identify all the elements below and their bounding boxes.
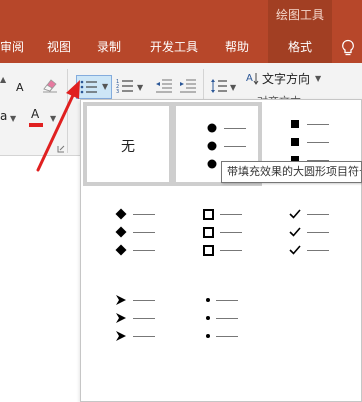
- chevron-down-icon[interactable]: ▼: [137, 83, 143, 92]
- filled-diamond-icon: [115, 244, 127, 256]
- title-bar: 绘图工具: [0, 0, 362, 31]
- line-spacing-icon[interactable]: [210, 78, 228, 94]
- bullet-option-arrow[interactable]: [83, 286, 173, 370]
- small-dot-icon: [202, 312, 214, 324]
- bullet-option-none[interactable]: 无: [83, 102, 173, 186]
- tab-review[interactable]: 审阅: [0, 31, 24, 63]
- bullet-option-hollow-square[interactable]: [172, 196, 262, 280]
- tab-record[interactable]: 录制: [97, 31, 121, 63]
- bullet-style-tooltip: 带填充效果的大圆形项目符号: [221, 161, 362, 183]
- filled-diamond-icon: [115, 208, 127, 220]
- filled-circle-icon: [206, 140, 218, 152]
- filled-square-icon: [289, 118, 301, 130]
- hollow-square-icon: [202, 226, 214, 238]
- hollow-square-icon: [202, 208, 214, 220]
- filled-circle-icon: [206, 158, 218, 170]
- checkmark-icon: [289, 208, 301, 220]
- bullet-option-checkmark[interactable]: [265, 196, 355, 280]
- arrowhead-icon: [115, 330, 127, 342]
- small-dot-icon: [202, 330, 214, 342]
- decrease-indent-icon[interactable]: [155, 78, 173, 94]
- lightbulb-icon[interactable]: [339, 39, 357, 57]
- increase-indent-icon[interactable]: [179, 78, 197, 94]
- tab-view[interactable]: 视图: [47, 31, 71, 63]
- tab-help[interactable]: 帮助: [225, 31, 249, 63]
- bullet-gallery: 无: [80, 99, 362, 402]
- none-label: 无: [121, 139, 135, 155]
- hollow-square-icon: [202, 244, 214, 256]
- drawing-tools-context-title: 绘图工具: [268, 0, 332, 31]
- svg-text:A: A: [246, 73, 253, 84]
- tab-format[interactable]: 格式: [268, 31, 332, 63]
- filled-diamond-icon: [115, 226, 127, 238]
- chevron-down-icon[interactable]: ▼: [315, 74, 321, 83]
- small-dot-icon: [202, 294, 214, 306]
- checkmark-icon: [289, 226, 301, 238]
- arrowhead-icon: [115, 312, 127, 324]
- text-direction-button[interactable]: 文字方向: [262, 70, 310, 87]
- text-direction-icon[interactable]: A: [245, 70, 259, 86]
- svg-text:3: 3: [116, 89, 119, 94]
- bullet-option-diamond[interactable]: [83, 196, 173, 280]
- filled-square-icon: [289, 136, 301, 148]
- filled-circle-icon: [206, 122, 218, 134]
- tab-developer[interactable]: 开发工具: [150, 31, 198, 63]
- annotation-arrow-icon: [36, 80, 80, 172]
- checkmark-icon: [289, 244, 301, 256]
- ribbon-tab-strip: 审阅 视图 录制 开发工具 帮助 格式: [0, 31, 362, 63]
- chevron-down-icon[interactable]: ▼: [230, 83, 236, 92]
- separator: [203, 69, 204, 99]
- arrowhead-icon: [115, 294, 127, 306]
- chevron-down-icon[interactable]: ▼: [102, 82, 108, 91]
- numbered-list-icon[interactable]: 1 2 3: [116, 78, 134, 94]
- bullet-option-small-dot[interactable]: [172, 286, 262, 370]
